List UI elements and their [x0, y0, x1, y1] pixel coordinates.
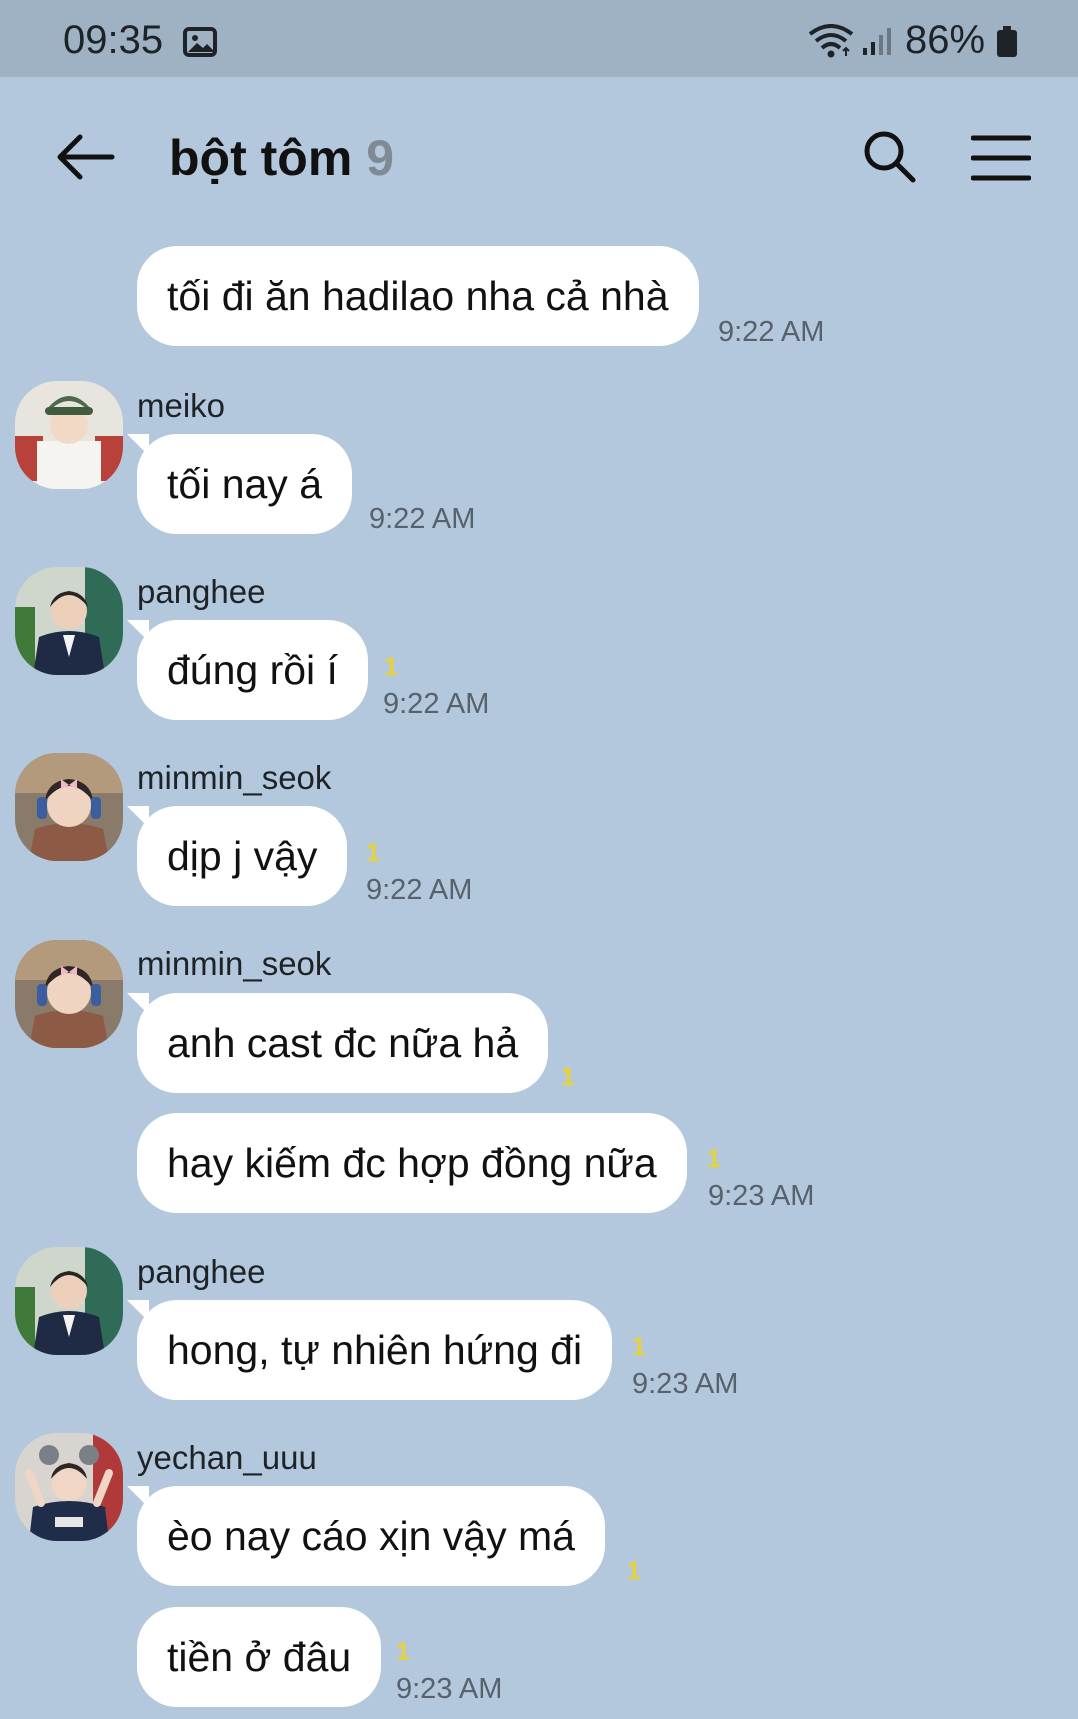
message-text: dịp j vậy — [167, 833, 318, 879]
message-bubble[interactable]: tối đi ăn hadilao nha cả nhà — [137, 246, 699, 346]
unread-count: 1 — [384, 653, 398, 681]
avatar[interactable] — [15, 753, 123, 861]
message-bubble[interactable]: hong, tự nhiên hứng đi — [126, 1300, 613, 1400]
message-text: tối đi ăn hadilao nha cả nhà — [167, 273, 669, 319]
menu-button[interactable] — [970, 134, 1032, 182]
sender-name: meiko — [137, 387, 226, 424]
unread-count: 1 — [396, 1638, 410, 1666]
unread-count: 1 — [627, 1557, 641, 1585]
message-time: 9:22 AM — [369, 503, 476, 535]
message-text: tối nay á — [167, 461, 322, 507]
sender-name: panghee — [137, 1253, 266, 1290]
message-time: 9:22 AM — [718, 316, 825, 348]
avatar[interactable] — [15, 1433, 123, 1541]
message-bubble[interactable]: tiền ở đâu — [137, 1607, 382, 1707]
wifi-icon — [808, 24, 854, 58]
message-bubble[interactable]: hay kiếm đc hợp đồng nữa — [137, 1113, 687, 1213]
message-bubble[interactable]: anh cast đc nữa hả — [126, 993, 549, 1093]
member-count: 9 — [366, 130, 395, 186]
message-text: hong, tự nhiên hứng đi — [167, 1327, 583, 1373]
chat-messages: tối đi ăn hadilao nha cả nhà 9:22 AM mei… — [0, 237, 1078, 1719]
unread-count: 1 — [707, 1145, 721, 1173]
back-button[interactable] — [52, 127, 118, 187]
sender-name: minmin_seok — [137, 759, 332, 796]
unread-count: 1 — [632, 1333, 646, 1361]
back-arrow-icon — [57, 134, 115, 180]
message-time: 9:23 AM — [632, 1368, 739, 1400]
chat-name: bột tôm — [169, 130, 353, 186]
chat-title: bột tôm 9 — [169, 129, 394, 187]
status-time: 09:35 — [63, 18, 164, 62]
sender-name: minmin_seok — [137, 945, 332, 982]
sender-name: yechan_uuu — [137, 1439, 317, 1476]
avatar[interactable] — [15, 940, 123, 1048]
search-icon — [864, 131, 916, 183]
message-time: 9:23 AM — [396, 1673, 503, 1705]
avatar[interactable] — [15, 1247, 123, 1355]
message-bubble[interactable]: èo nay cáo xịn vậy má — [127, 1486, 605, 1586]
message-text: hay kiếm đc hợp đồng nữa — [167, 1140, 657, 1186]
message-text: đúng rồi í — [167, 647, 338, 693]
menu-icon — [970, 135, 1032, 181]
signal-icon — [863, 28, 891, 55]
message-time: 9:22 AM — [383, 688, 490, 720]
message-time: 9:23 AM — [708, 1180, 815, 1212]
message-bubble[interactable]: dịp j vậy — [126, 806, 348, 906]
unread-count: 1 — [561, 1063, 575, 1091]
gallery-icon — [183, 27, 217, 57]
unread-count: 1 — [366, 839, 380, 867]
message-text: èo nay cáo xịn vậy má — [167, 1513, 575, 1559]
avatar[interactable] — [15, 381, 123, 489]
message-bubble[interactable]: tối nay á — [127, 434, 352, 534]
message-bubble[interactable]: đúng rồi í — [127, 620, 368, 720]
battery-percentage: 86% — [905, 18, 986, 62]
message-text: tiền ở đâu — [167, 1634, 352, 1680]
sender-name: panghee — [137, 573, 266, 610]
message-time: 9:22 AM — [366, 874, 473, 906]
battery-icon — [997, 26, 1017, 57]
message-text: anh cast đc nữa hả — [167, 1020, 519, 1066]
status-bar: 09:35 86% — [0, 0, 1078, 77]
chat-header: bột tôm 9 — [0, 77, 1078, 237]
avatar[interactable] — [15, 567, 123, 675]
search-button[interactable] — [862, 129, 916, 183]
